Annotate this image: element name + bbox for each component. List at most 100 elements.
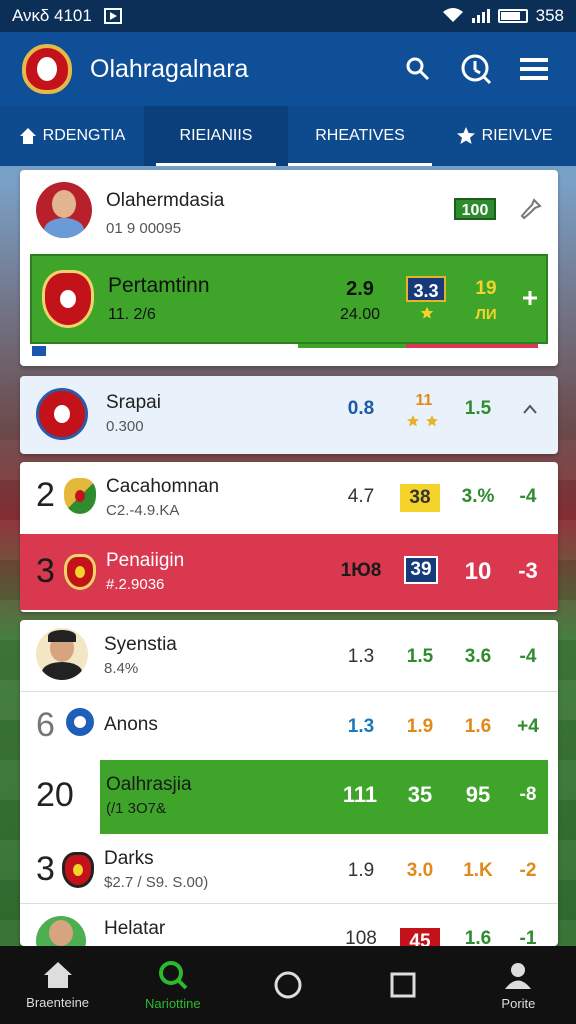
row-c2: 3.0 (406, 860, 434, 881)
row-rank: 20 (36, 776, 74, 814)
tab-3[interactable]: RHEATIVES (288, 106, 432, 166)
battery-icon (497, 9, 528, 23)
row-c2: 45 (400, 928, 440, 946)
row-name: Penaiigin (106, 550, 185, 571)
menu-button[interactable] (510, 45, 558, 93)
row-c3: 3.% (461, 486, 495, 507)
row-c4: -4 (519, 486, 537, 507)
team-crest (64, 478, 96, 514)
signal-icon (471, 9, 490, 23)
featured-card[interactable]: Olahermdasia 01 9 00095 100 Pertamtinn 1… (20, 170, 558, 366)
row-c1: 1.3 (347, 646, 375, 667)
row-c4: -3 (518, 558, 538, 583)
row-c1: 108 (345, 928, 377, 946)
expand-icon[interactable] (520, 288, 540, 308)
row-name: Oalhrasjia (106, 774, 192, 795)
team-crest (62, 852, 94, 888)
list-card-group-1: 2 Cacahomnan C2.-4.9.KA 4.7 38 3.% -4 3 … (20, 462, 558, 612)
row-c3: 1.K (463, 860, 493, 881)
home-icon (19, 128, 36, 144)
bottom-nav: Braenteine Nariottine Porite (0, 946, 576, 1024)
star-icon (456, 127, 475, 144)
row-rank: 6 (36, 706, 55, 744)
player-sub: 01 9 00095 (106, 220, 182, 237)
row-c1: 111 (342, 782, 378, 807)
row-c3: 1.5 (464, 398, 492, 419)
list-item-highlighted[interactable]: 3 Penaiigin #.2.9036 1Ю8 39 10 -3 (20, 534, 558, 610)
row-c4: -8 (519, 784, 537, 805)
row-name: Srapai (106, 392, 161, 413)
row-sub: 8.4% (104, 660, 139, 677)
status-time: Ανκδ 4101 (12, 6, 92, 25)
row-name: Anons (104, 714, 158, 735)
club-logo (22, 44, 72, 94)
row-c4: -2 (519, 860, 537, 881)
tab-1-label: RDENGTIA (42, 127, 126, 144)
list-card-srapai[interactable]: Srapai 0.300 0.8 11 1.5 (20, 376, 558, 454)
row-c2: 11 (415, 392, 433, 409)
team-crest (64, 706, 96, 738)
team-highlight: Pertamtinn 11. 2/6 2.9 24.00 3.3 19 ЛИ (30, 254, 548, 344)
nav-profile[interactable]: Porite (461, 946, 576, 1024)
list-item[interactable]: 3 Darks $2.7 / S9. S.00) 1.9 3.0 1.K -2 (20, 834, 558, 904)
nav-search-label: Nariottine (144, 995, 201, 1011)
app-title: Olahragalnara (90, 54, 249, 83)
player-name: Olahermdasia (106, 190, 225, 211)
row-sub: C2.-4.9.KA (106, 502, 180, 519)
tab-2[interactable]: RIEIANIIS (144, 106, 288, 166)
player-avatar (36, 916, 86, 946)
row-c3: 3.6 (464, 646, 492, 667)
list-item[interactable]: Helatar 108 45 1.6 -1 (20, 906, 558, 946)
pin-icon[interactable] (520, 198, 542, 220)
row-sub: $2.7 / S9. S.00) (104, 874, 209, 891)
settings-search-button[interactable] (394, 45, 442, 93)
row-sub: 0.300 (106, 418, 144, 435)
menu-icon (520, 58, 548, 80)
search-icon (461, 54, 492, 85)
row-sub: #.2.9036 (106, 576, 165, 593)
tab-3-label: RHEATIVES (315, 127, 405, 144)
person-icon (505, 962, 532, 989)
nav-home-button[interactable] (230, 946, 345, 1024)
row-c2: 39 (404, 556, 438, 584)
value-3: 19 (475, 278, 497, 299)
nav-profile-label: Porite (501, 995, 536, 1011)
row-name: Darks (104, 848, 154, 869)
row-name: Helatar (104, 918, 166, 939)
tab-bar: RDENGTIA RIEIANIIS RHEATIVES RIEIVLVE (0, 106, 576, 166)
list-item-highlighted[interactable]: 20 Oalhrasjia (/1 3O7& 111 35 95 -8 (20, 760, 558, 834)
tab-4[interactable]: RIEIVLVE (432, 106, 576, 166)
play-icon (103, 8, 122, 24)
tab-1[interactable]: RDENGTIA (0, 106, 144, 166)
tab-4-label: RIEIVLVE (481, 127, 553, 144)
nav-home[interactable]: Braenteine (0, 946, 115, 1024)
search-icon (158, 960, 188, 989)
search-button[interactable] (452, 45, 500, 93)
list-card-group-2: Syenstia 8.4% 1.3 1.5 3.6 -4 6 Anons 1.3… (20, 620, 558, 946)
chevron-up-icon[interactable] (520, 400, 540, 420)
search-gear-icon (406, 57, 430, 81)
corner-tag (32, 346, 46, 356)
row-c2: 1.5 (406, 646, 434, 667)
row-c1: 0.8 (347, 398, 375, 419)
stars-icon (407, 415, 438, 427)
row-c1: 1Ю8 (340, 560, 382, 581)
row-c2: 1.9 (406, 716, 434, 737)
nav-home-label: Braenteine (26, 994, 90, 1010)
team-sub: 11. 2/6 (108, 306, 156, 323)
row-c3: 1.6 (464, 716, 492, 737)
row-rank: 2 (36, 476, 55, 514)
row-c4: -1 (519, 928, 537, 946)
row-rank: 3 (36, 850, 55, 888)
row-c4: -4 (519, 646, 537, 667)
list-item[interactable]: 6 Anons 1.3 1.9 1.6 +4 (20, 692, 558, 758)
nav-search[interactable]: Nariottine (115, 946, 230, 1024)
list-item[interactable]: Syenstia 8.4% 1.3 1.5 3.6 -4 (20, 620, 558, 692)
status-bar: Ανκδ 4101 358 (0, 0, 576, 32)
score-badge: 100 (454, 198, 496, 220)
row-name: Syenstia (104, 634, 177, 655)
list-item[interactable]: 2 Cacahomnan C2.-4.9.KA 4.7 38 3.% -4 (20, 462, 558, 534)
nav-recents[interactable] (346, 946, 461, 1024)
row-c3: 95 (465, 782, 491, 807)
team-crest (42, 270, 94, 328)
